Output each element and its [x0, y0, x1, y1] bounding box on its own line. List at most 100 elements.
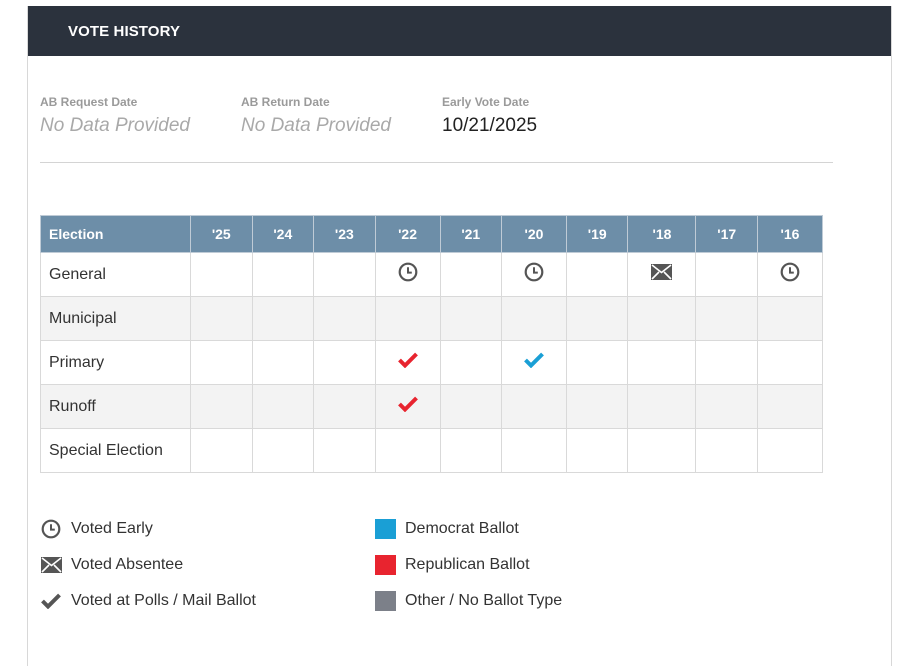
history-cell: [695, 340, 758, 385]
year-column-header: '20: [501, 215, 567, 253]
history-cell: [190, 296, 253, 341]
year-column-header: '19: [565, 215, 629, 253]
history-cell: [251, 384, 315, 429]
ab-request-label: AB Request Date: [40, 95, 138, 109]
history-cell: [627, 428, 697, 473]
early-vote-label: Early Vote Date: [442, 95, 530, 109]
election-type-label: Primary: [40, 340, 191, 385]
election-type-label: Special Election: [40, 428, 191, 473]
history-cell: [501, 296, 567, 341]
ab-request-value: No Data Provided: [40, 115, 190, 136]
history-cell: [313, 340, 376, 385]
clock-icon: [780, 262, 800, 287]
year-column-header: '23: [313, 215, 376, 253]
checkmark-icon: [397, 396, 418, 417]
history-cell: [757, 296, 823, 341]
table-row: Runoff: [40, 384, 823, 429]
envelope-icon: [651, 264, 673, 285]
history-cell: [439, 428, 503, 473]
envelope-icon: [40, 554, 62, 576]
history-cell: [757, 428, 823, 473]
year-column-header: '18: [627, 215, 697, 253]
legend-voted-early-label: Voted Early: [71, 520, 153, 537]
history-cell: [565, 252, 629, 297]
legend-republican-label: Republican Ballot: [405, 556, 530, 573]
history-cell: [374, 384, 441, 429]
history-cell: [501, 384, 567, 429]
legend: Voted Early Voted Absentee Voted at Poll…: [40, 515, 820, 625]
history-cell: [695, 252, 758, 297]
year-column-header: '17: [695, 215, 758, 253]
ab-return-value: No Data Provided: [241, 115, 391, 136]
early-vote-date: Early Vote Date 10/21/2025: [442, 95, 537, 137]
table-header-row: Election '25'24'23'22'21'20'19'18'17'16: [40, 215, 823, 253]
checkmark-icon: [397, 352, 418, 373]
history-cell: [374, 296, 441, 341]
ab-return-label: AB Return Date: [241, 95, 330, 109]
election-type-label: General: [40, 252, 191, 297]
history-cell: [501, 428, 567, 473]
history-cell: [374, 252, 441, 297]
year-column-header: '25: [190, 215, 253, 253]
history-cell: [190, 428, 253, 473]
history-cell: [439, 252, 503, 297]
legend-other: Other / No Ballot Type: [375, 590, 562, 612]
history-cell: [374, 428, 441, 473]
ballot-dates: AB Request Date No Data Provided AB Retu…: [40, 95, 833, 163]
history-cell: [627, 340, 697, 385]
history-cell: [439, 296, 503, 341]
history-cell: [251, 340, 315, 385]
history-cell: [627, 296, 697, 341]
republican-swatch: [375, 555, 396, 575]
checkmark-icon: [40, 590, 62, 612]
history-cell: [190, 384, 253, 429]
legend-voted-absentee-label: Voted Absentee: [71, 556, 184, 573]
clock-icon: [524, 262, 544, 287]
legend-republican: Republican Ballot: [375, 554, 530, 576]
year-column-header: '24: [251, 215, 315, 253]
history-cell: [313, 296, 376, 341]
table-row: Primary: [40, 340, 823, 385]
legend-voted-polls: Voted at Polls / Mail Ballot: [40, 590, 256, 612]
history-cell: [757, 384, 823, 429]
other-swatch: [375, 591, 396, 611]
history-cell: [565, 384, 629, 429]
history-cell: [565, 428, 629, 473]
history-cell: [757, 252, 823, 297]
history-cell: [313, 428, 376, 473]
history-cell: [313, 384, 376, 429]
history-cell: [565, 296, 629, 341]
legend-democrat-label: Democrat Ballot: [405, 520, 519, 537]
history-cell: [501, 252, 567, 297]
ab-return-date: AB Return Date No Data Provided: [241, 95, 391, 137]
vote-history-table: Election '25'24'23'22'21'20'19'18'17'16 …: [40, 215, 823, 473]
election-type-label: Runoff: [40, 384, 191, 429]
history-cell: [695, 296, 758, 341]
history-cell: [251, 296, 315, 341]
history-cell: [695, 428, 758, 473]
history-cell: [757, 340, 823, 385]
history-cell: [501, 340, 567, 385]
election-column-header: Election: [40, 215, 191, 253]
year-column-header: '21: [439, 215, 503, 253]
year-column-header: '16: [757, 215, 823, 253]
legend-democrat: Democrat Ballot: [375, 518, 519, 540]
checkmark-icon: [524, 352, 544, 373]
legend-voted-early: Voted Early: [40, 518, 153, 540]
table-row: Municipal: [40, 296, 823, 341]
legend-voted-absentee: Voted Absentee: [40, 554, 183, 576]
history-cell: [251, 252, 315, 297]
history-cell: [695, 384, 758, 429]
legend-voted-polls-label: Voted at Polls / Mail Ballot: [71, 592, 256, 609]
table-row: General: [40, 252, 823, 297]
history-cell: [439, 340, 503, 385]
democrat-swatch: [375, 519, 396, 539]
year-column-header: '22: [374, 215, 441, 253]
history-cell: [565, 340, 629, 385]
history-cell: [627, 384, 697, 429]
table-row: Special Election: [40, 428, 823, 473]
history-cell: [251, 428, 315, 473]
clock-icon: [40, 518, 62, 540]
history-cell: [439, 384, 503, 429]
ab-request-date: AB Request Date No Data Provided: [40, 95, 190, 137]
